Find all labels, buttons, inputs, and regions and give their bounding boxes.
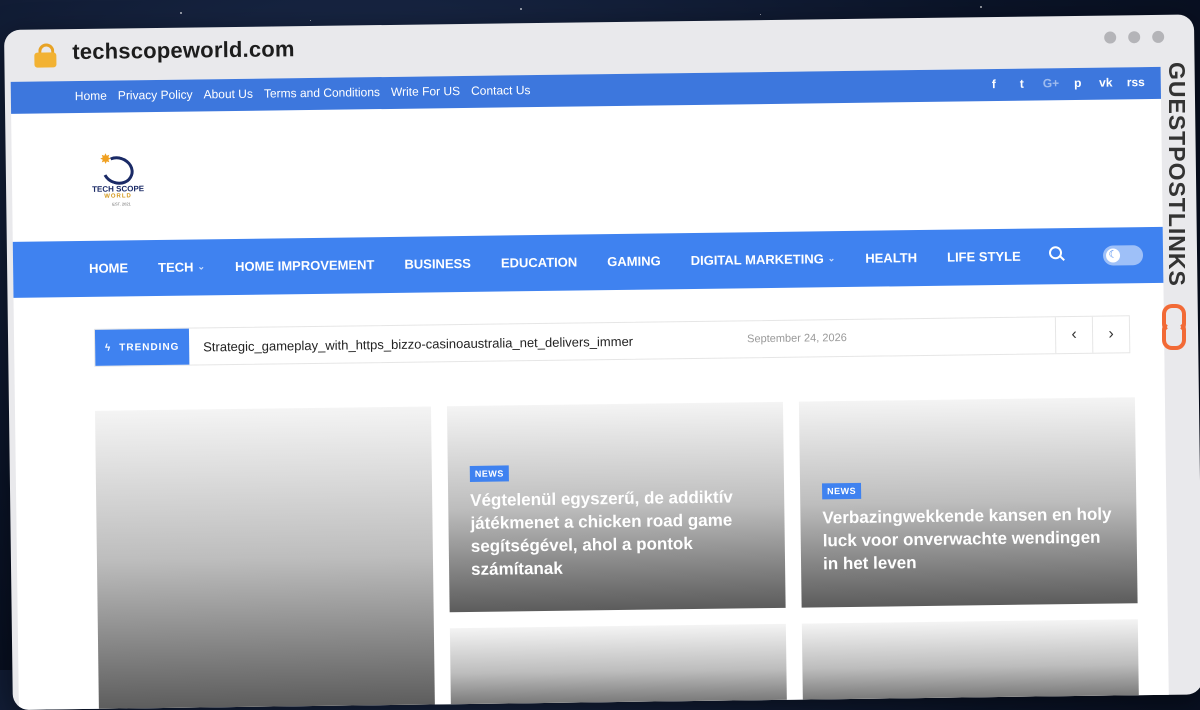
top-link-write-for-us[interactable]: Write For US bbox=[391, 84, 460, 99]
url-text[interactable]: techscopeworld.com bbox=[72, 36, 295, 65]
top-link-contact-us[interactable]: Contact Us bbox=[471, 83, 531, 98]
window-dot[interactable] bbox=[1104, 31, 1117, 44]
featured-card-large[interactable] bbox=[94, 406, 435, 710]
nav-business[interactable]: BUSINESS bbox=[404, 256, 471, 272]
site-logo[interactable]: ✸ TECH SCOPE WORLD EST. 2021 bbox=[92, 150, 163, 211]
nav-home-improvement[interactable]: HOME IMPROVEMENT bbox=[235, 257, 375, 274]
dark-mode-toggle[interactable]: ☾ bbox=[1102, 245, 1144, 266]
logo-line-3: EST. 2021 bbox=[112, 201, 131, 207]
nav-health[interactable]: HEALTH bbox=[865, 250, 917, 266]
card-title[interactable]: Verbazingwekkende kansen en holy luck vo… bbox=[822, 503, 1117, 576]
window-dot[interactable] bbox=[1152, 30, 1165, 43]
google-plus-icon[interactable]: G+ bbox=[1043, 76, 1060, 90]
featured-card[interactable] bbox=[801, 619, 1139, 710]
category-badge[interactable]: NEWS bbox=[822, 482, 862, 500]
guestpostlinks-watermark: GUESTPOSTLINKS bbox=[1160, 58, 1192, 358]
main-nav: HOME TECH ⌄ HOME IMPROVEMENT BUSINESS EDU… bbox=[12, 226, 1164, 298]
nav-tech[interactable]: TECH ⌄ bbox=[158, 259, 205, 275]
nav-life-style[interactable]: LIFE STYLE bbox=[947, 249, 1021, 265]
twitter-icon[interactable]: t bbox=[1015, 77, 1029, 91]
trending-headline[interactable]: Strategic_gameplay_with_https_bizzo-casi… bbox=[203, 334, 633, 355]
trending-label: ϟ TRENDING bbox=[94, 328, 190, 366]
nav-home[interactable]: HOME bbox=[89, 260, 128, 276]
pinterest-icon[interactable]: p bbox=[1071, 76, 1085, 90]
browser-window: techscopeworld.com Home Privacy Policy A… bbox=[4, 14, 1200, 710]
top-link-terms[interactable]: Terms and Conditions bbox=[264, 85, 380, 101]
search-icon[interactable] bbox=[1048, 246, 1067, 264]
category-badge[interactable]: NEWS bbox=[469, 465, 509, 482]
card-title[interactable]: Végtelenül egyszerű, de addiktív játékme… bbox=[470, 486, 765, 582]
top-nav: Home Privacy Policy About Us Terms and C… bbox=[75, 83, 531, 103]
vk-icon[interactable]: vk bbox=[1099, 75, 1113, 89]
chevron-down-icon: ⌄ bbox=[827, 253, 836, 264]
chain-link-icon bbox=[1162, 304, 1186, 350]
window-controls bbox=[1104, 30, 1165, 44]
lock-icon bbox=[34, 43, 57, 68]
featured-card[interactable]: NEWS Végtelenül egyszerű, de addiktív já… bbox=[446, 401, 786, 613]
top-link-home[interactable]: Home bbox=[75, 89, 107, 103]
top-link-about-us[interactable]: About Us bbox=[203, 87, 253, 102]
nav-digital-marketing[interactable]: DIGITAL MARKETING ⌄ bbox=[691, 251, 836, 268]
logo-line-2: WORLD bbox=[104, 193, 132, 200]
moon-icon: ☾ bbox=[1105, 248, 1121, 263]
window-dot[interactable] bbox=[1128, 31, 1141, 44]
logo-line-1: TECH SCOPE bbox=[92, 184, 145, 194]
trending-bar: ϟ TRENDING Strategic_gameplay_with_https… bbox=[93, 315, 1131, 367]
social-links: f t G+ p vk rss bbox=[987, 75, 1145, 91]
prev-arrow-button[interactable]: ‹ bbox=[1054, 316, 1093, 354]
watermark-text: GUESTPOSTLINKS bbox=[1164, 62, 1190, 287]
top-link-privacy-policy[interactable]: Privacy Policy bbox=[118, 88, 193, 103]
featured-card[interactable]: NEWS Verbazingwekkende kansen en holy lu… bbox=[798, 397, 1138, 608]
featured-card[interactable] bbox=[449, 623, 788, 710]
next-arrow-button[interactable]: › bbox=[1091, 316, 1130, 353]
rss-icon[interactable]: rss bbox=[1127, 75, 1145, 89]
nav-gaming[interactable]: GAMING bbox=[607, 253, 661, 269]
web-page: Home Privacy Policy About Us Terms and C… bbox=[10, 66, 1169, 710]
lightning-icon: ϟ bbox=[104, 342, 112, 354]
nav-education[interactable]: EDUCATION bbox=[501, 255, 578, 271]
trending-date: September 24, 2026 bbox=[747, 331, 847, 346]
facebook-icon[interactable]: f bbox=[987, 77, 1001, 91]
chevron-down-icon: ⌄ bbox=[197, 261, 206, 272]
